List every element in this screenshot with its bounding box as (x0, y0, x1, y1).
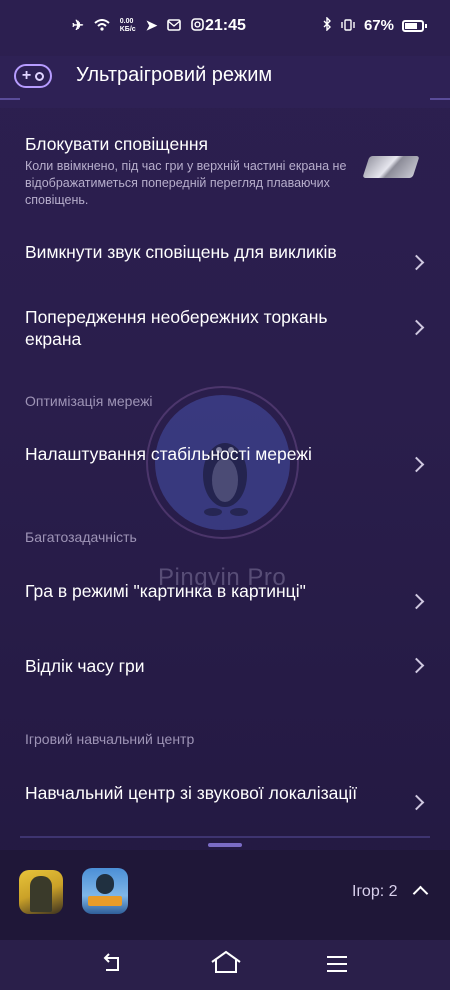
status-right-icons: 67% (322, 16, 427, 34)
panel-drag-handle[interactable] (208, 843, 242, 847)
header-frame (0, 98, 450, 108)
network-stability-title[interactable]: Налаштування стабільності мережі (25, 443, 385, 465)
block-notifications-description: Коли ввімкнено, під час гри у верхній ча… (25, 159, 347, 207)
game-timer-title[interactable]: Відлік часу гри (25, 655, 385, 677)
wifi-icon (94, 18, 110, 34)
battery-icon (402, 19, 427, 32)
screen: ✈ 0.00 KБ/с ➤ 21:45 67% + Ультраігровий … (0, 0, 450, 990)
section-multitasking: Багатозадачність (25, 529, 137, 545)
pip-game-title[interactable]: Гра в режимі "картинка в картинці" (25, 580, 385, 602)
speed-value: 0.00 (119, 17, 134, 25)
game-app-icon-1[interactable] (19, 870, 63, 914)
status-time: 21:45 (205, 17, 246, 34)
game-timer-chevron-icon[interactable] (408, 657, 425, 674)
send-icon: ➤ (145, 17, 158, 33)
sound-training-title[interactable]: Навчальний центр зі звукової локалізації (25, 782, 385, 804)
airplane-icon: ✈ (72, 17, 84, 33)
mute-calls-chevron-icon[interactable] (408, 254, 425, 271)
network-stability-chevron-icon[interactable] (408, 456, 425, 473)
penguin-logo-icon (203, 443, 248, 516)
status-bar: ✈ 0.00 KБ/с ➤ 21:45 67% (0, 0, 450, 56)
pip-game-chevron-icon[interactable] (408, 593, 425, 610)
vibrate-icon (340, 18, 356, 34)
status-left-icons: ✈ 0.00 KБ/с ➤ (72, 17, 205, 34)
instagram-icon (191, 17, 205, 34)
careless-touch-title[interactable]: Попередження необережних торкань екрана (25, 306, 385, 350)
gamepad-icon: + (14, 64, 52, 88)
block-notifications-toggle[interactable] (362, 156, 420, 178)
block-notifications-title: Блокувати сповіщення (25, 134, 209, 154)
mail-icon (167, 18, 182, 34)
sound-training-chevron-icon[interactable] (408, 794, 425, 811)
careless-touch-chevron-icon[interactable] (408, 319, 425, 336)
back-icon[interactable] (100, 952, 124, 974)
battery-percent: 67% (363, 17, 394, 34)
network-speed: 0.00 KБ/с (120, 18, 136, 34)
home-icon[interactable] (210, 950, 242, 976)
mute-calls-title[interactable]: Вимкнути звук сповіщень для викликів (25, 241, 385, 263)
panel-divider (20, 836, 430, 838)
section-network: Оптимізація мережі (25, 393, 153, 409)
page-title: Ультраігровий режим (76, 64, 273, 86)
speed-unit: KБ/с (119, 25, 136, 33)
menu-icon[interactable] (326, 955, 348, 973)
pubg-app-icon[interactable] (82, 868, 128, 914)
section-training: Ігровий навчальний центр (25, 731, 195, 747)
bluetooth-icon (322, 16, 332, 34)
games-count: Ігор: 2 (352, 883, 398, 900)
